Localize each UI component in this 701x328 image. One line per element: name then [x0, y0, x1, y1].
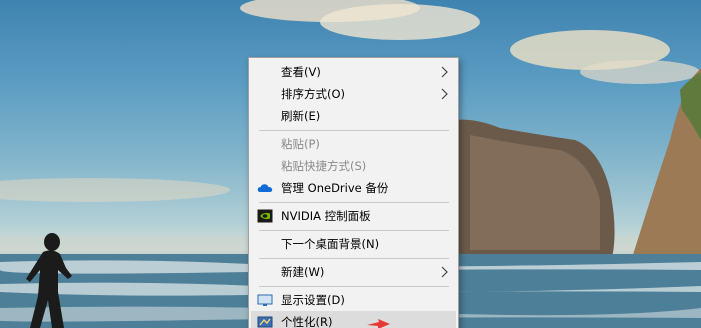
onedrive-cloud-icon [257, 184, 273, 192]
display-settings-icon [257, 294, 273, 306]
menu-item-refresh[interactable]: 刷新(E) [251, 105, 456, 127]
nvidia-logo-icon [257, 209, 273, 223]
menu-item-sort-by-label: 排序方式(O) [281, 87, 346, 101]
chevron-right-icon [441, 266, 448, 278]
menu-item-display-settings[interactable]: 显示设置(D) [251, 289, 456, 311]
menu-separator [259, 286, 449, 287]
red-pointer-arrow-icon [367, 319, 390, 328]
chevron-right-icon [441, 88, 448, 100]
menu-item-nvidia-control-panel[interactable]: NVIDIA 控制面板 [251, 205, 456, 227]
menu-item-personalize-label: 个性化(R) [281, 315, 333, 328]
personalize-icon [257, 316, 273, 328]
menu-item-paste-shortcut-label: 粘贴快捷方式(S) [281, 159, 367, 173]
menu-item-next-background-label: 下一个桌面背景(N) [281, 237, 380, 251]
menu-item-view-label: 查看(V) [281, 65, 321, 79]
menu-separator [259, 130, 449, 131]
menu-item-next-background[interactable]: 下一个桌面背景(N) [251, 233, 456, 255]
menu-separator [259, 258, 449, 259]
desktop-context-menu: 查看(V) 排序方式(O) 刷新(E) 粘贴(P) 粘贴快捷方式(S) 管理 O… [248, 57, 459, 328]
menu-item-personalize[interactable]: 个性化(R) [251, 311, 456, 328]
menu-item-view[interactable]: 查看(V) [251, 61, 456, 83]
menu-separator [259, 202, 449, 203]
menu-separator [259, 230, 449, 231]
menu-item-new[interactable]: 新建(W) [251, 261, 456, 283]
menu-item-nvidia-control-panel-label: NVIDIA 控制面板 [281, 209, 371, 223]
menu-item-paste: 粘贴(P) [251, 133, 456, 155]
chevron-right-icon [441, 66, 448, 78]
menu-item-display-settings-label: 显示设置(D) [281, 293, 345, 307]
menu-item-onedrive-backup-label: 管理 OneDrive 备份 [281, 181, 389, 195]
menu-item-paste-label: 粘贴(P) [281, 137, 320, 151]
menu-item-onedrive-backup[interactable]: 管理 OneDrive 备份 [251, 177, 456, 199]
menu-item-paste-shortcut: 粘贴快捷方式(S) [251, 155, 456, 177]
menu-item-refresh-label: 刷新(E) [281, 109, 321, 123]
menu-item-sort-by[interactable]: 排序方式(O) [251, 83, 456, 105]
menu-item-new-label: 新建(W) [281, 265, 325, 279]
